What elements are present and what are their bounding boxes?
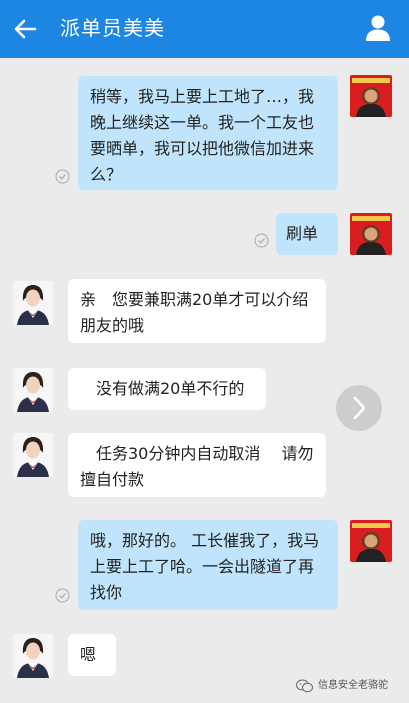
check-circle-icon <box>254 233 269 248</box>
my-message-bubble[interactable]: 哦，那好的。 工长催我了，我马上要上工了哈。一会出隧道了再找你 <box>78 520 338 610</box>
agent-message-bubble[interactable]: 没有做满20单不行的 <box>68 368 266 410</box>
my-avatar[interactable] <box>350 520 392 562</box>
my-message-bubble[interactable]: 稍等，我马上要上工地了…，我晚上继续这一单。我一个工友也要晒单，我可以把他微信加… <box>78 76 338 190</box>
agent-message-bubble[interactable]: 亲 您要兼职满20单才可以介绍朋友的哦 <box>68 279 326 343</box>
my-avatar[interactable] <box>350 213 392 255</box>
watermark-text: 信息安全老骆驼 <box>318 680 388 691</box>
chat-header: 派单员美美 <box>0 0 409 58</box>
my-avatar[interactable] <box>350 75 392 117</box>
wechat-icon <box>296 679 313 693</box>
agent-avatar[interactable] <box>13 433 53 477</box>
next-button[interactable] <box>336 385 382 431</box>
chevron-right-icon <box>353 396 366 420</box>
my-message-bubble[interactable]: 刷单 <box>276 213 338 255</box>
agent-avatar[interactable] <box>13 634 53 678</box>
arrow-left-icon[interactable] <box>10 14 40 44</box>
agent-message-bubble[interactable]: 嗯 <box>68 634 116 676</box>
check-circle-icon <box>55 588 70 603</box>
chat-title: 派单员美美 <box>60 16 165 40</box>
user-icon[interactable] <box>365 14 391 42</box>
agent-avatar[interactable] <box>13 281 53 325</box>
agent-message-bubble[interactable]: 任务30分钟内自动取消 请勿擅自付款 <box>68 433 326 497</box>
check-circle-icon <box>55 169 70 184</box>
agent-avatar[interactable] <box>13 368 53 412</box>
